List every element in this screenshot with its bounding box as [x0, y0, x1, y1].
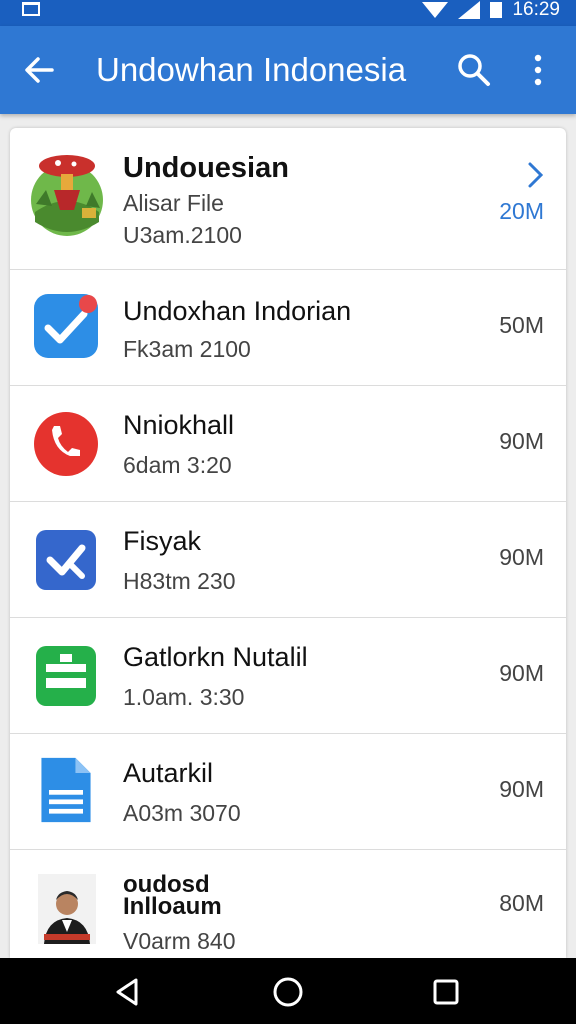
list-item[interactable]: Gatlorkn Nutalil 1.0am. 3:30 90M — [10, 618, 566, 734]
more-vert-icon — [534, 54, 542, 86]
more-options-button[interactable] — [520, 48, 556, 92]
search-button[interactable] — [452, 48, 496, 92]
list-item[interactable]: Nniokhall 6dam 3:20 90M — [10, 386, 566, 502]
item-title: Gatlorkn Nutalil — [123, 642, 308, 672]
nav-home-button[interactable] — [268, 972, 308, 1012]
battery-icon — [490, 2, 503, 18]
status-icons: 16:29 — [422, 0, 560, 20]
item-size: 80M — [499, 890, 544, 916]
list-item[interactable]: Undoxhan Indorian Fk3am 2100 50M — [10, 270, 566, 386]
item-subtitle: Alisar File — [123, 190, 224, 216]
back-button[interactable] — [18, 48, 62, 92]
app-title: Undowhan Indonesia — [96, 51, 407, 88]
screenshot-icon — [22, 2, 40, 16]
item-title: Autarkil — [123, 758, 214, 788]
item-date: H83tm 230 — [123, 568, 236, 594]
blue-tool-app-icon — [36, 530, 96, 590]
wifi-icon — [422, 2, 449, 18]
item-date: Fk3am 2100 — [123, 336, 251, 362]
nav-recents-button[interactable] — [426, 972, 466, 1012]
list-item[interactable]: oudosd Inlloaum V0arm 840 80M — [10, 850, 566, 958]
back-arrow-icon — [25, 57, 54, 83]
red-phone-app-icon — [34, 412, 98, 476]
status-bar: 16:29 — [0, 0, 576, 26]
recents-square-icon — [433, 979, 459, 1005]
item-title: Undoxhan Indorian — [123, 296, 352, 326]
item-size: 20M — [499, 198, 544, 224]
status-time: 16:29 — [512, 0, 560, 20]
mushroom-illustration-icon — [31, 155, 103, 236]
signal-icon — [458, 1, 481, 19]
file-list: Undouesian Alisar File U3am.2100 20M Und… — [10, 128, 566, 958]
blue-document-app-icon — [41, 757, 91, 823]
blue-check-app-icon — [34, 294, 98, 358]
item-size: 90M — [499, 660, 544, 686]
item-title: Undouesian — [123, 152, 289, 184]
item-date: 1.0am. 3:30 — [123, 684, 245, 710]
list-item[interactable]: Autarkil A03m 3070 90M — [10, 734, 566, 850]
app-bar: Undowhan Indonesia — [0, 26, 576, 114]
navigation-bar — [0, 958, 576, 1024]
search-icon — [458, 54, 490, 86]
item-size: 50M — [499, 312, 544, 338]
item-date: A03m 3070 — [123, 800, 241, 826]
item-size: 90M — [499, 776, 544, 802]
chevron-right-icon[interactable] — [524, 160, 546, 190]
item-date: 6dam 3:20 — [123, 452, 232, 478]
home-circle-icon — [273, 977, 303, 1007]
person-photo-icon — [38, 874, 96, 944]
back-triangle-icon — [116, 978, 138, 1006]
list-item[interactable]: Fisyak H83tm 230 90M — [10, 502, 566, 618]
list-item[interactable]: Undouesian Alisar File U3am.2100 20M — [10, 128, 566, 270]
item-title: Fisyak — [123, 526, 202, 556]
green-briefcase-app-icon — [36, 646, 96, 706]
item-size: 90M — [499, 428, 544, 454]
item-title: Nniokhall — [123, 410, 235, 440]
item-title: oudosd Inlloaum — [123, 871, 222, 920]
item-size: 90M — [499, 544, 544, 570]
nav-back-button[interactable] — [108, 972, 148, 1012]
item-date: U3am.2100 — [123, 222, 242, 248]
item-date: V0arm 840 — [123, 928, 236, 954]
